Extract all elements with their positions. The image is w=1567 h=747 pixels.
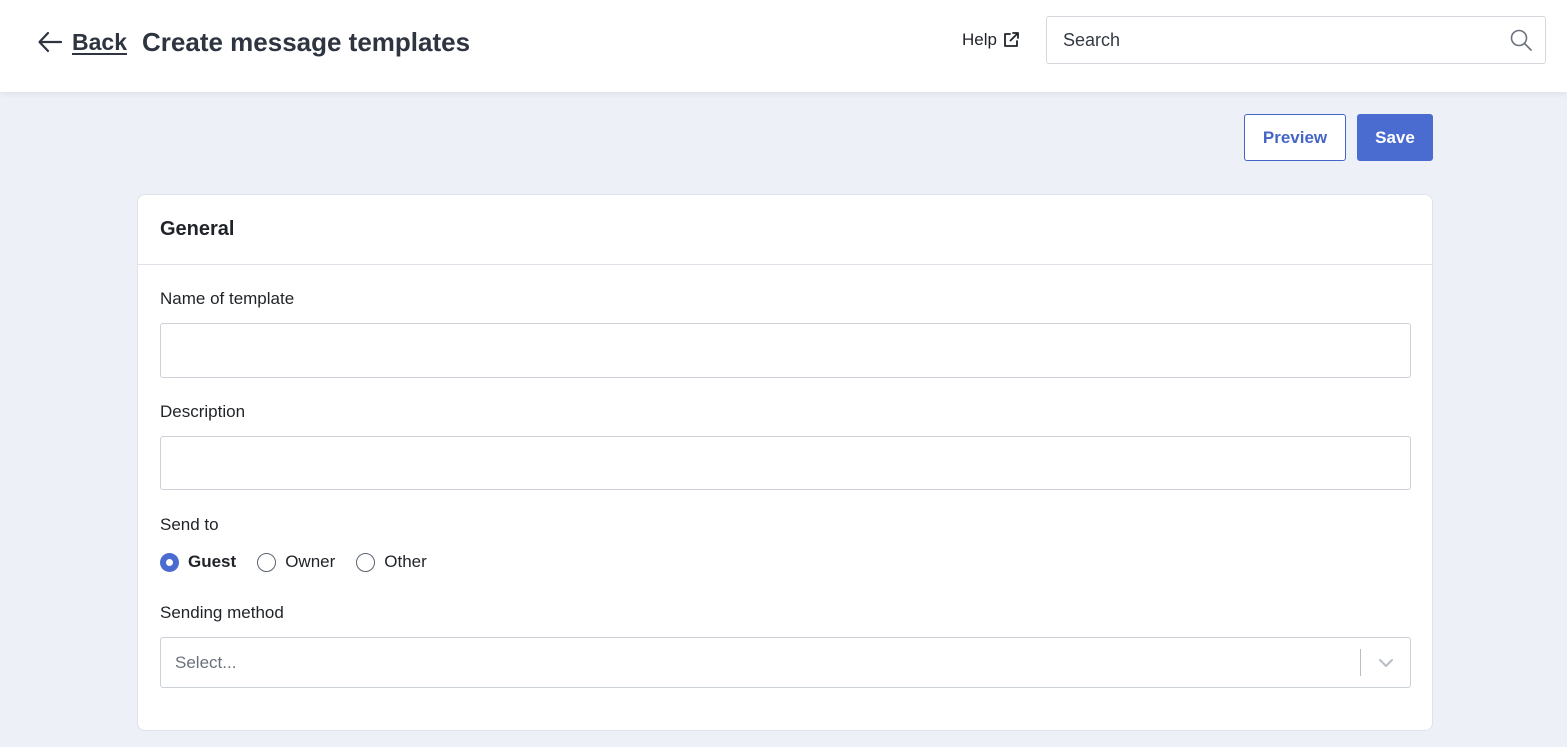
search-input[interactable] — [1047, 18, 1487, 62]
description-label: Description — [160, 402, 246, 421]
top-bar: Back Create message templates Help — [0, 0, 1567, 92]
chevron-down-icon — [1378, 658, 1393, 667]
sending-method-label: Sending method — [160, 603, 284, 622]
send-to-option-label: Guest — [188, 552, 237, 571]
external-link-icon — [1004, 32, 1019, 47]
search-box[interactable] — [1046, 16, 1546, 64]
help-label: Help — [962, 30, 997, 49]
save-button[interactable]: Save — [1357, 114, 1433, 161]
section-title: General — [160, 218, 235, 240]
search-icon[interactable] — [1509, 28, 1533, 52]
preview-button[interactable]: Preview — [1244, 114, 1346, 161]
send-to-option-label: Owner — [285, 552, 336, 571]
send-to-radio-group: Guest Owner Other — [160, 550, 448, 574]
page-title: Create message templates — [142, 27, 471, 57]
send-to-option-guest[interactable]: Guest — [160, 552, 236, 572]
send-to-option-label: Other — [384, 552, 427, 571]
select-placeholder: Select... — [175, 652, 237, 672]
send-to-label: Send to — [160, 515, 219, 534]
description-input[interactable] — [160, 436, 1411, 490]
back-link[interactable]: Back — [36, 26, 127, 58]
sending-method-select[interactable]: Select... — [160, 637, 1411, 688]
back-label: Back — [72, 28, 127, 55]
help-link[interactable]: Help — [962, 28, 1021, 52]
dropdown-toggle[interactable] — [1361, 638, 1410, 687]
send-to-option-owner[interactable]: Owner — [257, 552, 335, 572]
card-header: General — [138, 195, 1432, 265]
radio-checked-icon[interactable] — [160, 552, 179, 572]
general-card: General Name of template Description Sen… — [137, 194, 1433, 731]
radio-unchecked-icon[interactable] — [257, 552, 277, 572]
arrow-left-icon — [38, 31, 63, 53]
send-to-option-other[interactable]: Other — [356, 552, 427, 572]
template-name-input[interactable] — [160, 323, 1411, 378]
radio-unchecked-icon[interactable] — [356, 552, 376, 572]
template-name-label: Name of template — [160, 289, 295, 308]
